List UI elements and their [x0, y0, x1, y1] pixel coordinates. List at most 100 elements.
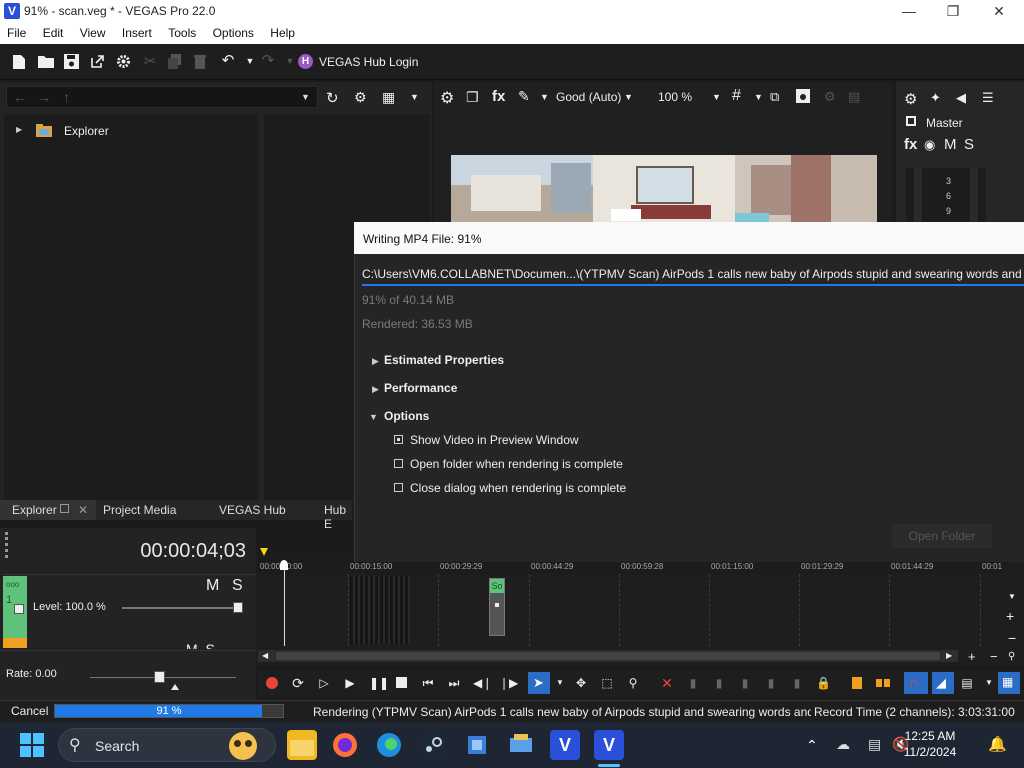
split-icon[interactable]: ▮: [738, 676, 752, 690]
expand-arrow-icon[interactable]: ▶: [16, 125, 22, 134]
menu-tools[interactable]: Tools: [161, 22, 202, 40]
taskbar-clock[interactable]: 12:25 AM 11/2/2024: [900, 728, 960, 760]
close-button[interactable]: ✕: [976, 0, 1022, 22]
group-icon[interactable]: ▦: [998, 672, 1020, 694]
cloud-offline-icon[interactable]: ☁: [836, 736, 850, 753]
address-dropdown-icon[interactable]: ▼: [301, 92, 310, 102]
track-color-strip[interactable]: ooo 1: [3, 576, 27, 638]
trim-start-icon[interactable]: ▮: [686, 676, 700, 690]
snapping-icon[interactable]: ∩: [904, 672, 928, 694]
event-envelope-icon[interactable]: ▤: [960, 676, 974, 690]
section-options[interactable]: ▼ Options: [369, 409, 429, 423]
vegas-hub-login-button[interactable]: VEGAS Hub Login: [319, 55, 418, 69]
tray-overflow-icon[interactable]: ⌃: [806, 737, 818, 754]
external-link-icon[interactable]: [90, 54, 106, 70]
track-level-slider[interactable]: [122, 607, 240, 609]
new-file-icon[interactable]: [12, 54, 28, 70]
menu-edit[interactable]: Edit: [36, 22, 70, 40]
delete-icon[interactable]: [194, 54, 210, 70]
track-level-thumb[interactable]: [233, 602, 243, 613]
scroll-down-icon[interactable]: ▼: [1008, 592, 1016, 601]
firefox-taskbar-icon[interactable]: [330, 730, 360, 760]
zoom-in-vertical-icon[interactable]: +: [1006, 608, 1014, 624]
cancel-render-button[interactable]: Cancel: [4, 703, 50, 719]
go-to-end-icon[interactable]: ⏭: [447, 676, 461, 690]
restore-button[interactable]: ❐: [930, 0, 976, 22]
network-icon[interactable]: ▤: [868, 736, 881, 753]
preview-settings-icon[interactable]: ⚙: [440, 88, 454, 108]
tab-project-media[interactable]: Project Media: [103, 503, 176, 517]
scroll-left-icon[interactable]: ◀: [262, 651, 268, 660]
show-video-checkbox[interactable]: [394, 435, 403, 444]
go-to-start-icon[interactable]: ⏮: [421, 676, 435, 690]
vegas-active-taskbar-icon[interactable]: V: [594, 730, 624, 760]
save-icon[interactable]: [64, 54, 80, 70]
minimize-button[interactable]: —: [886, 0, 932, 22]
save-snapshot-icon[interactable]: [796, 89, 810, 103]
up-arrow-icon[interactable]: ↑: [63, 89, 70, 105]
undo-icon[interactable]: ↶: [220, 53, 236, 69]
ripple-icon[interactable]: ▮: [764, 676, 778, 690]
track-solo-button[interactable]: S: [232, 577, 243, 595]
drag-handle[interactable]: [5, 532, 8, 558]
tools-icon[interactable]: ⚙: [354, 89, 367, 106]
zoom-in-horizontal-icon[interactable]: +: [968, 649, 976, 664]
open-folder-button[interactable]: Open Folder: [892, 524, 992, 548]
menu-insert[interactable]: Insert: [115, 22, 158, 40]
tab-close-icon[interactable]: ✕: [78, 503, 88, 517]
normal-edit-tool[interactable]: ➤: [528, 672, 550, 694]
redo-icon[interactable]: ↷: [260, 53, 276, 69]
split-dropdown-icon[interactable]: ▼: [540, 92, 549, 102]
quality-dropdown-icon[interactable]: ▼: [624, 92, 633, 102]
section-estimated-properties[interactable]: ▶ Estimated Properties: [372, 353, 504, 367]
mixer-faders-icon[interactable]: ☰: [982, 90, 994, 106]
trim-end-icon[interactable]: ▮: [712, 676, 726, 690]
master-mute-button[interactable]: M: [944, 136, 957, 153]
rate-thumb[interactable]: [154, 671, 165, 683]
taskbar-search-box[interactable]: ⚲ Search: [58, 728, 276, 762]
auto-crossfade-icon[interactable]: ▮: [790, 676, 804, 690]
track-expand-icon[interactable]: [14, 604, 24, 614]
region-start-icon[interactable]: [876, 679, 882, 687]
mixer-insert-bus-icon[interactable]: ✦: [930, 90, 941, 106]
menu-help[interactable]: Help: [263, 22, 301, 40]
copy-snapshot-icon[interactable]: ⧉: [770, 89, 779, 105]
stop-button[interactable]: [396, 677, 407, 688]
vegas-taskbar-icon[interactable]: V: [550, 730, 580, 760]
timeline-horizontal-scrollbar[interactable]: ◀ ▶: [258, 650, 958, 662]
delete-event-icon[interactable]: ✕: [660, 676, 674, 690]
open-folder-icon[interactable]: [38, 54, 54, 70]
loop-region-marker[interactable]: [260, 548, 268, 556]
selection-tool-icon[interactable]: ⬚: [600, 676, 614, 690]
steam-taskbar-icon[interactable]: [418, 730, 448, 760]
explorer-address-bar[interactable]: ← → ↑ ▼: [6, 86, 318, 108]
preview-zoom-select[interactable]: 100 %: [658, 90, 692, 104]
master-automation-icon[interactable]: ◉: [924, 137, 935, 153]
external-monitor-icon[interactable]: ❐: [466, 89, 479, 106]
scrollbar-thumb[interactable]: [276, 652, 940, 660]
split-screen-icon[interactable]: ✎: [518, 88, 530, 105]
timeline-event[interactable]: So: [489, 578, 505, 636]
next-frame-icon[interactable]: ❘▶: [499, 676, 518, 690]
scroll-right-icon[interactable]: ▶: [946, 651, 952, 660]
copy-icon[interactable]: [168, 54, 184, 70]
play-from-start-icon[interactable]: ▷: [317, 676, 331, 690]
preview-quality-select[interactable]: Good (Auto): [556, 90, 621, 104]
vm-taskbar-icon[interactable]: [506, 730, 536, 760]
section-performance[interactable]: ▶ Performance: [372, 381, 457, 395]
cut-icon[interactable]: ✂: [142, 54, 158, 70]
play-button[interactable]: ▶: [343, 676, 357, 690]
scopes-icon[interactable]: ▤: [848, 89, 860, 105]
tab-vegas-hub[interactable]: VEGAS Hub: [219, 503, 286, 517]
marker-icon[interactable]: [852, 677, 862, 689]
mixer-speaker-icon[interactable]: ◀: [956, 90, 966, 106]
video-fx-icon[interactable]: fx: [492, 88, 505, 105]
playhead-cursor[interactable]: [284, 570, 285, 646]
app-taskbar-icon[interactable]: [462, 730, 492, 760]
close-dialog-checkbox[interactable]: [394, 483, 403, 492]
notification-bell-icon[interactable]: 🔔: [988, 735, 1007, 753]
previous-frame-icon[interactable]: ◀❘: [473, 676, 492, 690]
envelope-dropdown-icon[interactable]: ▼: [982, 676, 996, 690]
overlays-dropdown-icon[interactable]: ▼: [754, 92, 763, 102]
menu-view[interactable]: View: [73, 22, 112, 40]
